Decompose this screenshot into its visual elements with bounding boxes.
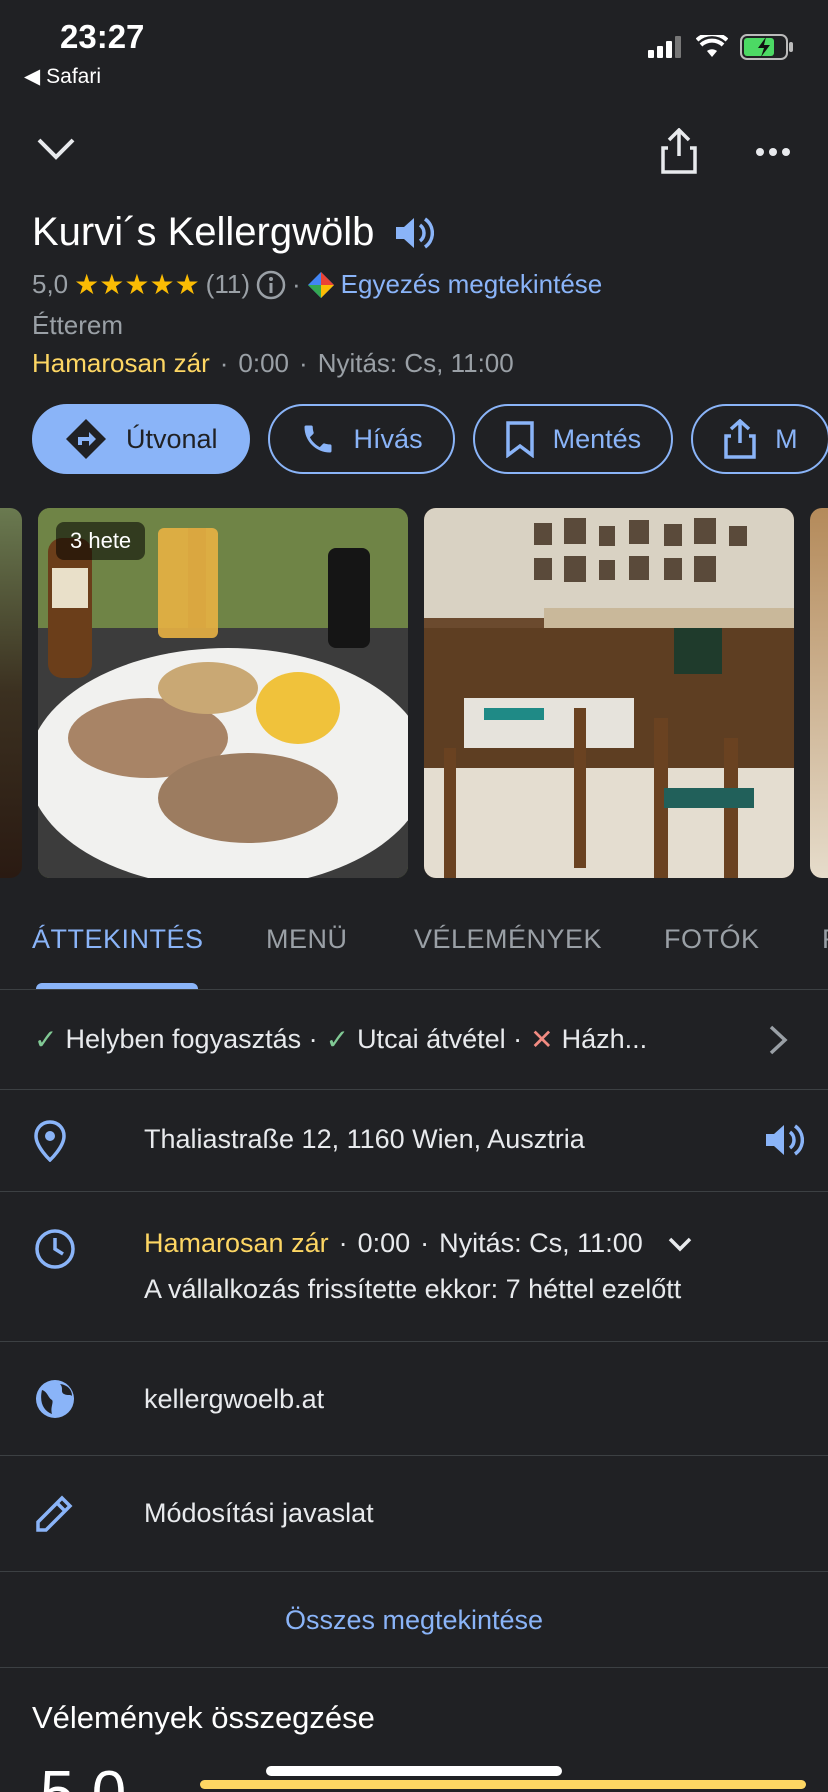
separator-dot: ·	[420, 1228, 430, 1258]
share-icon[interactable]	[660, 128, 698, 174]
rating-bar-5-stars	[200, 1780, 806, 1789]
clock-icon	[35, 1229, 75, 1269]
call-button[interactable]: Hívás	[267, 404, 455, 474]
separator-dot: ·	[299, 348, 308, 378]
photo-thumbnail[interactable]	[810, 508, 828, 878]
title-row: Kurvi´s Kellergwölb	[32, 210, 435, 255]
share-icon	[724, 419, 756, 459]
hours-status: Hamarosan zár	[32, 348, 210, 378]
cross-icon: ✕	[530, 1024, 554, 1055]
chevron-down-icon[interactable]	[667, 1236, 693, 1252]
photo-carousel[interactable]: 3 hete	[0, 508, 828, 878]
suggest-edit-row[interactable]: Módosítási javaslat	[0, 1456, 828, 1572]
photo-age-badge: 3 hete	[56, 522, 146, 560]
speaker-icon[interactable]	[394, 215, 435, 251]
address-text: Thaliastraße 12, 1160 Wien, Ausztria	[144, 1124, 585, 1154]
separator-dot: ·	[291, 269, 301, 299]
close-time: 0:00	[357, 1228, 411, 1258]
website-row[interactable]: kellergwoelb.at	[0, 1342, 828, 1456]
back-app-label: Safari	[46, 64, 102, 88]
home-indicator[interactable]	[266, 1766, 562, 1776]
info-icon[interactable]	[256, 270, 286, 300]
delivery-label: Házh...	[561, 1024, 648, 1054]
check-icon: ✓	[325, 1024, 350, 1055]
check-icon: ✓	[34, 1024, 58, 1055]
tab-reviews[interactable]: VÉLEMÉNYEK	[414, 924, 602, 955]
globe-icon	[36, 1380, 74, 1418]
bookmark-icon	[505, 421, 534, 458]
status-time: 23:27	[60, 18, 145, 55]
wifi-icon	[696, 35, 728, 57]
share-chip-label: M	[775, 423, 798, 454]
star-rating: ★★★★★	[74, 269, 200, 300]
reviews-score: 5,0	[40, 1758, 126, 1792]
directions-label: Útvonal	[126, 423, 218, 454]
dine-in-label: Helyben fogyasztás ·	[65, 1024, 318, 1054]
tab-more[interactable]: R	[822, 924, 828, 955]
see-all-button[interactable]: Összes megtekintése	[0, 1572, 828, 1668]
service-options-row[interactable]: ✓ Helyben fogyasztás · ✓ Utcai átvétel ·…	[0, 990, 828, 1090]
back-to-app[interactable]: ◀ Safari	[24, 64, 101, 89]
chevron-down-icon[interactable]	[36, 136, 76, 162]
tab-overview[interactable]: ÁTTEKINTÉS	[32, 924, 204, 955]
location-pin-icon	[34, 1120, 66, 1162]
separator-dot: ·	[338, 1228, 348, 1258]
google-diamond-icon	[307, 271, 334, 298]
status-icons	[648, 34, 794, 60]
address-row[interactable]: Thaliastraße 12, 1160 Wien, Ausztria	[0, 1090, 828, 1192]
rating-row: 5,0 ★★★★★ (11) · Egyezés megtekintése	[32, 268, 602, 301]
suggest-edit-label: Módosítási javaslat	[144, 1498, 374, 1528]
hours-detail: Hamarosan zár · 0:00 · Nyitás: Cs, 11:00	[144, 1228, 693, 1259]
back-triangle-icon: ◀	[24, 65, 41, 88]
chevron-right-icon	[769, 1025, 788, 1055]
hours-summary: Hamarosan zár · 0:00 · Nyitás: Cs, 11:00	[32, 348, 514, 379]
call-label: Hívás	[353, 423, 423, 454]
match-link[interactable]: Egyezés megtekintése	[341, 269, 603, 300]
save-button[interactable]: Mentés	[472, 404, 674, 474]
photo-thumbnail[interactable]	[424, 508, 794, 878]
active-tab-indicator	[36, 983, 198, 989]
place-category: Étterem	[32, 310, 124, 340]
hours-row[interactable]: Hamarosan zár · 0:00 · Nyitás: Cs, 11:00…	[0, 1192, 828, 1342]
pencil-icon	[36, 1495, 73, 1532]
save-label: Mentés	[552, 423, 642, 454]
rating-value: 5,0	[32, 269, 69, 299]
tab-bar: ÁTTEKINTÉS MENÜ VÉLEMÉNYEK FOTÓK R	[0, 910, 828, 990]
hours-updated: A vállalkozás frissítette ekkor: 7 hétte…	[144, 1274, 682, 1304]
interior-photo-image	[424, 508, 794, 878]
tab-menu[interactable]: MENÜ	[266, 924, 348, 955]
directions-button[interactable]: Útvonal	[32, 404, 250, 474]
battery-charging-icon	[740, 34, 793, 60]
tab-photos[interactable]: FOTÓK	[664, 924, 760, 955]
share-chip-button[interactable]: M	[691, 404, 828, 474]
curbside-label: Utcai átvétel ·	[357, 1024, 523, 1054]
next-open: Nyitás: Cs, 11:00	[439, 1228, 643, 1258]
hours-status: Hamarosan zár	[144, 1228, 329, 1258]
phone-icon	[304, 425, 332, 453]
place-title: Kurvi´s Kellergwölb	[32, 210, 375, 254]
photo-thumbnail[interactable]: 3 hete	[38, 508, 408, 878]
directions-icon	[66, 419, 106, 459]
review-count[interactable]: (11)	[206, 269, 250, 300]
food-photo-image	[38, 508, 408, 878]
website-link: kellergwoelb.at	[144, 1384, 325, 1414]
action-chips: Útvonal Hívás Mentés M	[32, 404, 828, 474]
signal-icon	[648, 36, 681, 58]
photo-thumbnail[interactable]	[0, 508, 22, 878]
more-options-icon[interactable]	[756, 148, 790, 156]
speaker-icon[interactable]	[764, 1122, 804, 1158]
close-time: 0:00	[238, 348, 290, 378]
next-open: Nyitás: Cs, 11:00	[317, 348, 514, 378]
separator-dot: ·	[219, 348, 229, 378]
reviews-summary-title: Vélemények összegzése	[32, 1700, 375, 1735]
